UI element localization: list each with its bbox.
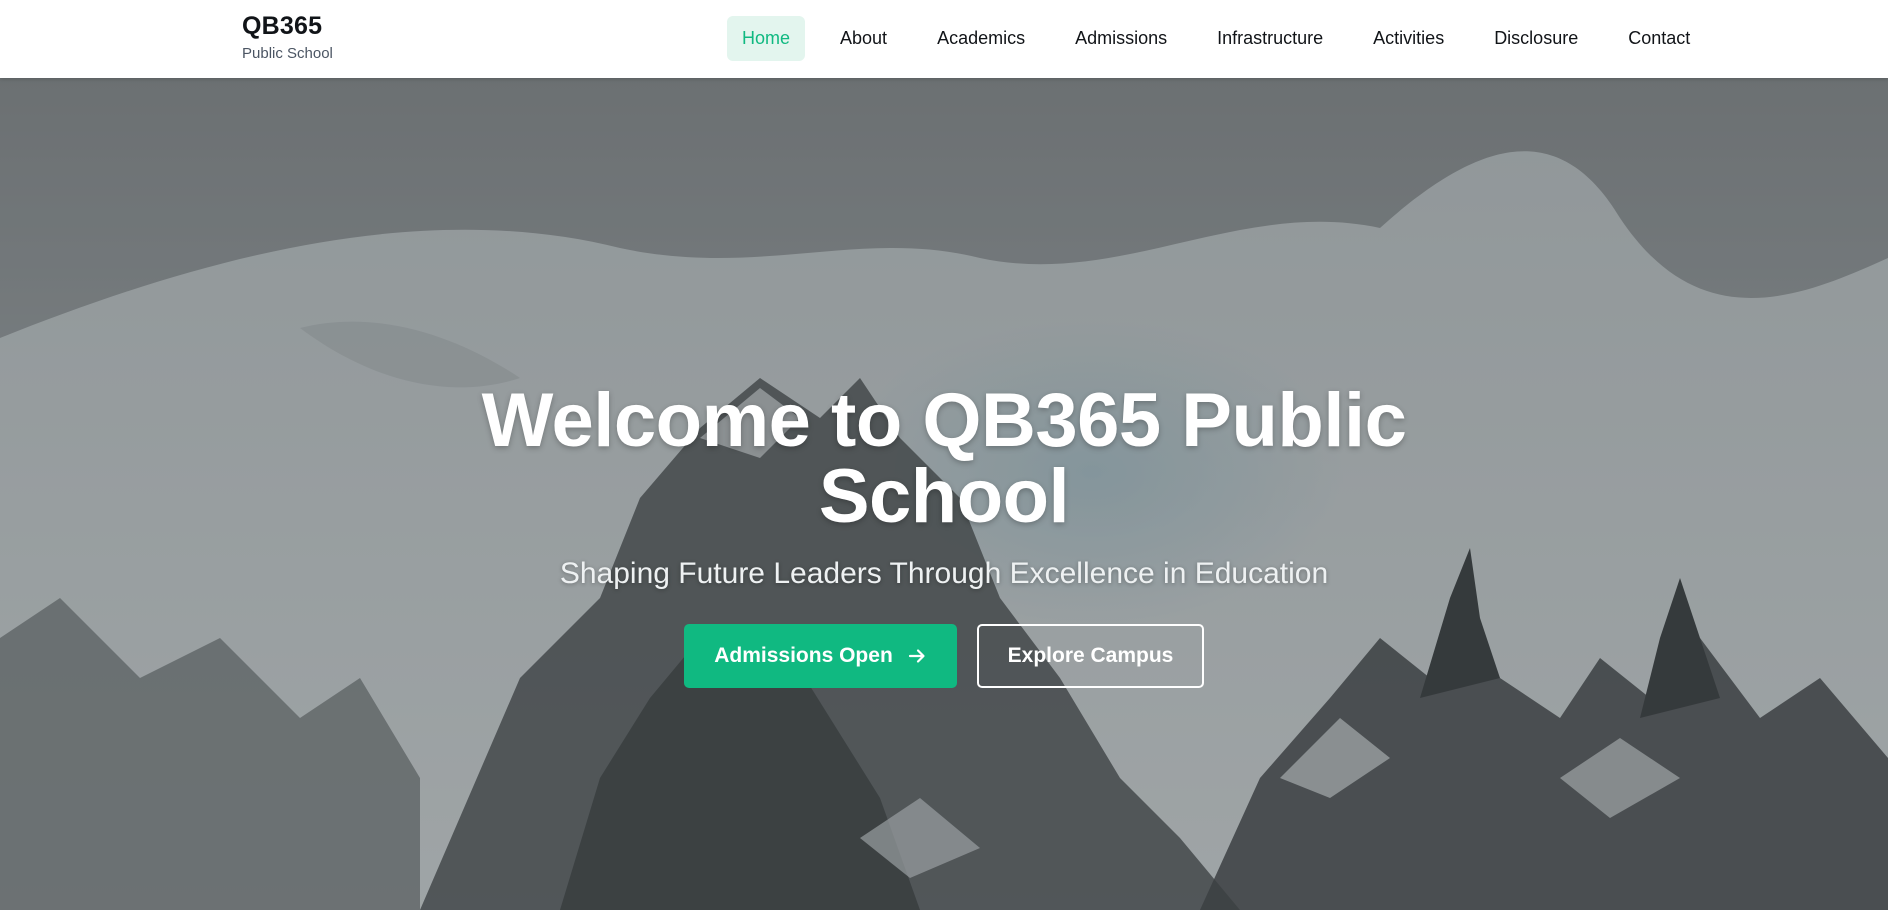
main-nav: Home About Academics Admissions Infrastr… <box>727 16 1705 61</box>
brand-subtitle: Public School <box>242 45 333 62</box>
arrow-right-icon <box>908 649 925 663</box>
hero-subtitle: Shaping Future Leaders Through Excellenc… <box>559 557 1329 590</box>
brand-logo[interactable]: QB365 Public School <box>242 12 333 62</box>
nav-infrastructure[interactable]: Infrastructure <box>1202 16 1338 61</box>
nav-contact[interactable]: Contact <box>1613 16 1705 61</box>
nav-academics[interactable]: Academics <box>922 16 1040 61</box>
nav-home[interactable]: Home <box>727 16 806 61</box>
hero-content: Welcome to QB365 Public School Shaping F… <box>0 383 1888 688</box>
explore-campus-button[interactable]: Explore Campus <box>977 624 1204 688</box>
hero-section: Welcome to QB365 Public School Shaping F… <box>0 78 1888 910</box>
nav-admissions[interactable]: Admissions <box>1060 16 1182 61</box>
admissions-open-button[interactable]: Admissions Open <box>684 624 957 688</box>
hero-actions: Admissions Open Explore Campus <box>0 624 1888 688</box>
brand-name: QB365 <box>242 12 323 40</box>
nav-disclosure[interactable]: Disclosure <box>1479 16 1593 61</box>
hero-title: Welcome to QB365 Public School <box>481 378 1407 539</box>
nav-about[interactable]: About <box>825 16 902 61</box>
nav-activities[interactable]: Activities <box>1358 16 1459 61</box>
admissions-open-label: Admissions Open <box>714 644 893 667</box>
site-header: QB365 Public School Home About Academics… <box>0 0 1888 78</box>
